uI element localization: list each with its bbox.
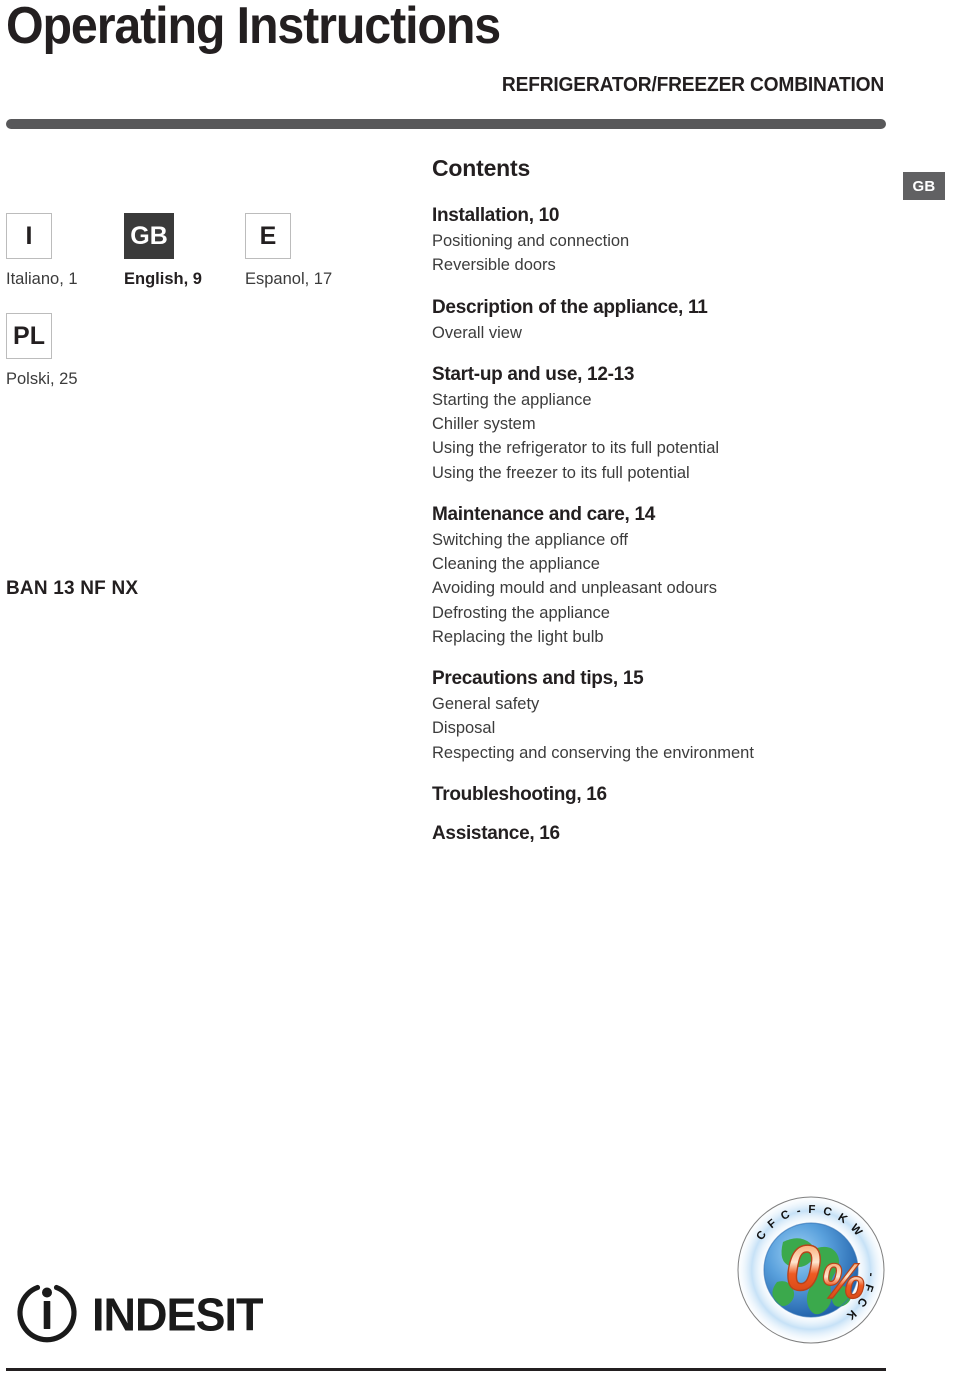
toc-subentry[interactable]: General safety xyxy=(432,692,832,716)
language-selector: I Italiano, 1 GB English, 9 E Espanol, 1… xyxy=(0,213,400,413)
language-code-box-gb[interactable]: GB xyxy=(124,213,174,259)
page-subtitle: REFRIGERATOR/FREEZER COMBINATION xyxy=(501,74,884,96)
table-of-contents: Contents Installation, 10 Positioning and… xyxy=(432,155,832,862)
toc-subentry[interactable]: Cleaning the appliance xyxy=(432,552,832,576)
language-option-polski[interactable]: PL Polski, 25 xyxy=(6,313,78,389)
toc-subentry[interactable]: Using the freezer to its full potential xyxy=(432,461,832,485)
toc-section-title[interactable]: Assistance, 16 xyxy=(432,823,832,845)
toc-group: Maintenance and care, 14 Switching the ap… xyxy=(432,504,832,649)
language-row-primary: I Italiano, 1 GB English, 9 E Espanol, 1… xyxy=(0,213,400,313)
toc-subentry[interactable]: Positioning and connection xyxy=(432,229,832,253)
toc-group: Precautions and tips, 15 General safety Di… xyxy=(432,668,832,765)
toc-group: Start-up and use, 12-13 Starting the appl… xyxy=(432,364,832,485)
language-option-english[interactable]: GB English, 9 xyxy=(124,213,202,289)
language-label-italiano: Italiano, 1 xyxy=(6,270,78,288)
indesit-wordmark: INDESIT xyxy=(92,1288,264,1341)
indesit-circle-i-icon xyxy=(16,1281,78,1348)
toc-group: Installation, 10 Positioning and connecti… xyxy=(432,205,832,278)
language-code-box-e[interactable]: E xyxy=(245,213,291,259)
toc-group-list: Installation, 10 Positioning and connecti… xyxy=(432,205,832,845)
toc-subentry[interactable]: Avoiding mould and unpleasant odours xyxy=(432,576,832,600)
language-code-box-pl[interactable]: PL xyxy=(6,313,52,359)
toc-section-title[interactable]: Installation, 10 xyxy=(432,205,832,227)
toc-subentry[interactable]: Replacing the light bulb xyxy=(432,625,832,649)
toc-section-title[interactable]: Troubleshooting, 16 xyxy=(432,784,832,806)
language-option-espanol[interactable]: E Espanol, 17 xyxy=(245,213,332,289)
language-corner-badge: GB xyxy=(903,172,945,200)
language-option-italiano[interactable]: I Italiano, 1 xyxy=(6,213,78,289)
header-divider xyxy=(6,119,886,129)
toc-section-title[interactable]: Maintenance and care, 14 xyxy=(432,504,832,526)
toc-subentry[interactable]: Disposal xyxy=(432,716,832,740)
svg-text:0: 0 xyxy=(785,1232,821,1304)
toc-section-title[interactable]: Start-up and use, 12-13 xyxy=(432,364,832,386)
contents-heading: Contents xyxy=(432,155,531,181)
language-row-secondary: PL Polski, 25 xyxy=(0,313,400,413)
toc-section-title[interactable]: Precautions and tips, 15 xyxy=(432,668,832,690)
language-code-box-i[interactable]: I xyxy=(6,213,52,259)
page-title: Operating Instructions xyxy=(6,0,501,55)
language-label-english: English, 9 xyxy=(124,270,202,288)
footer-divider xyxy=(6,1368,886,1371)
toc-subentry[interactable]: Chiller system xyxy=(432,412,832,436)
toc-subentry[interactable]: Switching the appliance off xyxy=(432,528,832,552)
cfc-free-logo: 0 % C F C - F C K W - F C K xyxy=(731,1190,891,1350)
toc-group: Description of the appliance, 11 Overall … xyxy=(432,297,832,345)
indesit-logo: INDESIT xyxy=(16,1281,264,1348)
toc-section-title[interactable]: Description of the appliance, 11 xyxy=(432,297,832,319)
toc-group: Troubleshooting, 16 xyxy=(432,784,832,806)
toc-subentry[interactable]: Using the refrigerator to its full poten… xyxy=(432,436,832,460)
toc-subentry[interactable]: Reversible doors xyxy=(432,253,832,277)
toc-subentry[interactable]: Respecting and conserving the environmen… xyxy=(432,741,832,765)
toc-subentry[interactable]: Starting the appliance xyxy=(432,388,832,412)
model-number: BAN 13 NF NX xyxy=(6,578,139,599)
language-label-espanol: Espanol, 17 xyxy=(245,270,333,288)
language-label-polski: Polski, 25 xyxy=(6,370,78,388)
toc-group: Assistance, 16 xyxy=(432,823,832,845)
toc-subentry[interactable]: Overall view xyxy=(432,321,832,345)
toc-subentry[interactable]: Defrosting the appliance xyxy=(432,601,832,625)
